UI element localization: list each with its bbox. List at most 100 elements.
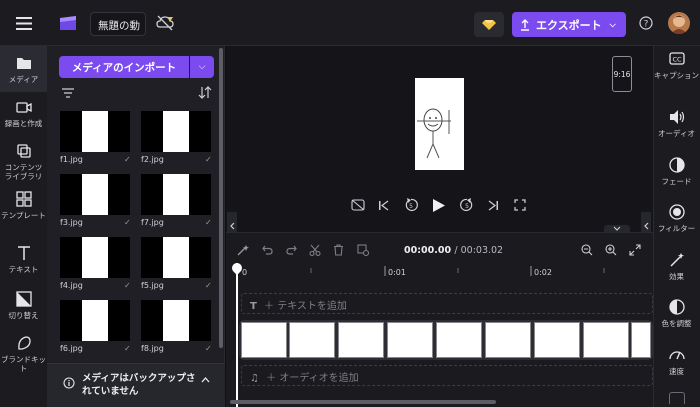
rail-item-effects[interactable]: 効果 <box>653 251 700 281</box>
rail-label: オーディオ <box>658 129 695 138</box>
rail-item-audio[interactable]: オーディオ <box>653 108 700 138</box>
upload-icon <box>521 18 529 31</box>
media-scrollbar[interactable] <box>219 48 223 348</box>
rewind-5s-icon[interactable]: 5 <box>404 198 418 212</box>
rail-item-media[interactable]: メディア <box>0 46 47 92</box>
media-filename: f7.jpg <box>141 218 164 227</box>
undo-icon[interactable] <box>262 245 273 255</box>
current-time: 00:00.00 <box>404 245 452 256</box>
rail-item-color-adjust[interactable]: 色を調整 <box>653 298 700 328</box>
media-filename: f8.jpg <box>141 344 164 353</box>
media-thumbnail[interactable] <box>141 300 211 341</box>
forward-5s-icon[interactable]: 5 <box>460 198 474 212</box>
timeline-ruler[interactable] <box>238 264 653 280</box>
media-filename: f5.jpg <box>141 281 164 290</box>
more-tools-icon[interactable] <box>669 392 685 404</box>
fit-timeline-icon[interactable] <box>629 244 641 256</box>
media-thumbnail[interactable] <box>60 237 130 278</box>
hamburger-icon[interactable] <box>16 17 32 30</box>
captions-off-icon[interactable] <box>351 199 365 211</box>
skip-forward-icon[interactable] <box>488 200 499 211</box>
rail-item-content-library[interactable]: コンテンツ ライブラリ <box>0 142 47 182</box>
sort-icon[interactable] <box>198 86 212 99</box>
media-thumbnail[interactable] <box>60 300 130 341</box>
ruler-label: 0:01 <box>388 268 406 277</box>
media-thumbnail[interactable] <box>60 174 130 215</box>
rail-item-speed[interactable]: 速度 <box>653 346 700 376</box>
speed-gauge-icon <box>668 346 686 364</box>
rail-label: フィルター <box>657 224 696 233</box>
help-icon[interactable]: ? <box>639 16 653 30</box>
zoom-out-icon[interactable] <box>581 244 593 256</box>
ruler-label: 0:02 <box>534 268 552 277</box>
export-button[interactable]: エクスポート ⌵ <box>512 12 626 37</box>
music-note-icon: ♫ <box>250 373 259 384</box>
import-media-button[interactable]: メディアのインポート <box>59 56 189 78</box>
media-filename: f3.jpg <box>60 218 83 227</box>
clipchamp-logo <box>58 14 78 32</box>
rail-label: メディア <box>8 75 39 84</box>
rail-item-text[interactable]: テキスト <box>0 244 47 274</box>
svg-text:?: ? <box>644 20 649 30</box>
media-thumbnail[interactable] <box>141 174 211 215</box>
project-title-input[interactable]: 無題の動 <box>90 12 146 36</box>
filter-icon <box>668 203 686 221</box>
media-filename: f4.jpg <box>60 281 83 290</box>
import-options-dropdown[interactable]: ⌵ <box>190 56 214 78</box>
add-audio-track[interactable]: ♫ ＋ オーディオを追加 <box>241 365 653 386</box>
rail-label: テキスト <box>8 265 39 274</box>
clip-frame <box>583 322 629 358</box>
stick-figure-image <box>417 108 451 159</box>
rail-label: ブランドキット <box>1 355 46 373</box>
skip-back-icon[interactable] <box>378 200 389 211</box>
clip-frame <box>387 322 433 358</box>
transition-icon <box>15 290 33 308</box>
check-icon: ✓ <box>205 155 212 164</box>
avatar[interactable] <box>668 12 690 34</box>
aspect-ratio-button[interactable]: 9:16 <box>612 56 632 92</box>
add-text-label: ＋ テキストを追加 <box>264 301 347 312</box>
redo-icon[interactable] <box>286 245 297 255</box>
chevron-up-icon[interactable] <box>201 377 210 383</box>
rail-item-templates[interactable]: テンプレート <box>0 190 47 230</box>
fullscreen-icon[interactable] <box>514 199 526 211</box>
check-icon: ✓ <box>205 344 212 353</box>
timecode-display: 00:00.00 / 00:03.02 <box>404 245 503 256</box>
rail-item-filters[interactable]: フィルター <box>653 203 700 233</box>
media-thumbnail[interactable] <box>141 111 211 152</box>
text-icon <box>15 244 33 262</box>
timeline-scrollbar[interactable] <box>230 400 496 404</box>
rail-item-brand-kit[interactable]: ブランドキット <box>0 334 47 374</box>
delete-trash-icon[interactable] <box>333 244 344 256</box>
chevron-down-icon: ⌵ <box>609 19 616 29</box>
library-icon <box>15 142 33 160</box>
effects-wand-icon <box>668 251 686 269</box>
media-thumbnail[interactable] <box>141 237 211 278</box>
template-icon <box>15 190 33 208</box>
media-thumbnail[interactable] <box>60 111 130 152</box>
split-scissors-icon[interactable] <box>309 244 321 256</box>
magic-wand-icon[interactable] <box>237 244 249 256</box>
svg-text:5: 5 <box>465 203 469 210</box>
rail-item-transitions[interactable]: 切り替え <box>0 290 47 320</box>
playhead[interactable] <box>236 263 238 407</box>
rail-label: 色を調整 <box>661 319 692 328</box>
cloud-sync-off-icon[interactable] <box>156 15 174 31</box>
rail-item-record[interactable]: 録画と作成 <box>0 98 47 134</box>
duplicate-icon[interactable] <box>357 244 369 256</box>
premium-gem-button[interactable] <box>474 12 504 37</box>
chevron-left-icon <box>643 222 648 230</box>
zoom-in-icon[interactable] <box>605 244 617 256</box>
clip-frame <box>289 322 335 358</box>
check-icon: ✓ <box>124 281 131 290</box>
camera-icon <box>15 98 33 116</box>
filter-icon[interactable] <box>62 88 74 98</box>
clip-frame <box>241 322 287 358</box>
play-icon[interactable] <box>432 198 446 213</box>
captions-icon: CC <box>668 50 686 68</box>
video-preview[interactable] <box>415 78 464 170</box>
add-text-track[interactable]: T ＋ テキストを追加 <box>241 293 653 314</box>
rail-item-fade[interactable]: フェード <box>653 156 700 186</box>
rail-label: コンテンツ ライブラリ <box>4 163 43 181</box>
rail-item-captions[interactable]: CC キャプション <box>653 50 700 90</box>
